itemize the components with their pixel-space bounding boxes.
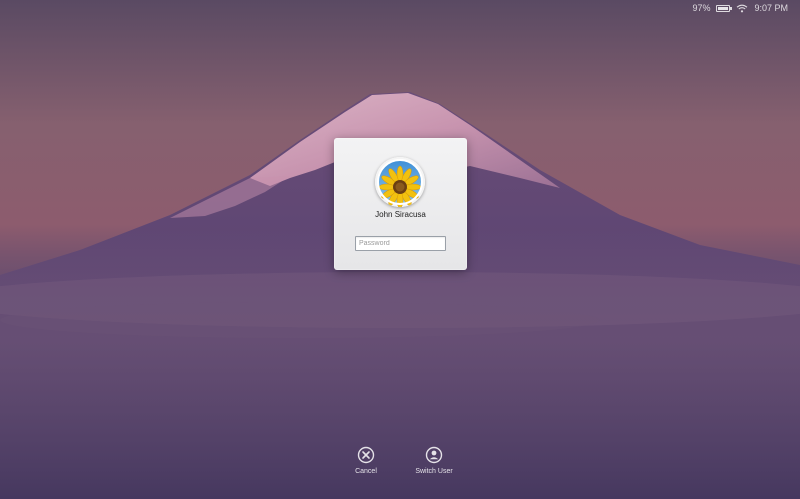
- cancel-button[interactable]: Cancel: [336, 446, 396, 475]
- clock-time[interactable]: 9:07 PM: [754, 3, 788, 13]
- sunflower-avatar-icon: [375, 157, 425, 207]
- wifi-icon[interactable]: [736, 4, 748, 13]
- user-name-label: John Siracusa: [375, 210, 426, 219]
- switch-user-button[interactable]: Switch User: [404, 446, 464, 475]
- cancel-circle-icon: [357, 446, 375, 464]
- user-circle-icon: [425, 446, 443, 464]
- battery-level-fill: [718, 6, 729, 10]
- switch-user-label: Switch User: [415, 468, 453, 475]
- password-field[interactable]: [355, 236, 446, 251]
- menu-bar-status: 97% 9:07 PM: [0, 0, 800, 16]
- battery-percent: 97%: [692, 3, 711, 13]
- login-screen: 97% 9:07 PM John Siracusa Cancel Switch …: [0, 0, 800, 499]
- login-dialog: John Siracusa: [334, 138, 467, 270]
- battery-icon[interactable]: [716, 4, 733, 12]
- cancel-label: Cancel: [355, 468, 377, 475]
